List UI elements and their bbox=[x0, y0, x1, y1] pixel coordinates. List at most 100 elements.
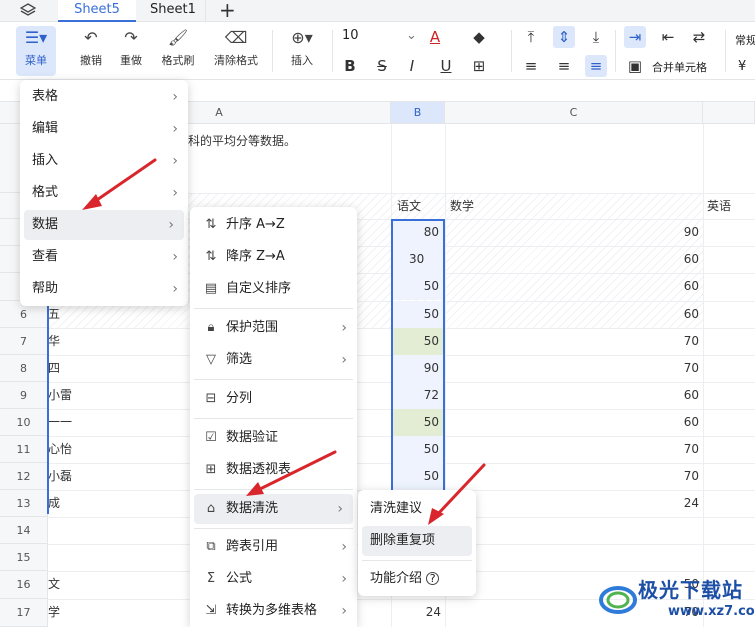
row-header[interactable]: 12 bbox=[0, 463, 48, 490]
row-header[interactable]: 7 bbox=[0, 328, 48, 355]
math-cell[interactable]: 60 bbox=[445, 301, 699, 328]
math-cell[interactable]: 70 bbox=[445, 463, 699, 490]
menu-item-pivot-table[interactable]: ⊞ 数据透视表 bbox=[190, 455, 357, 485]
menu-item-data-cleaning[interactable]: ⌂ 数据清洗 › bbox=[194, 494, 353, 524]
row-header[interactable]: 11 bbox=[0, 436, 48, 463]
math-cell[interactable]: 24 bbox=[445, 490, 699, 517]
tab-sheet5[interactable]: Sheet5 bbox=[58, 0, 136, 22]
score-cell[interactable]: 50 bbox=[391, 463, 445, 490]
menu-item-data-validation[interactable]: ☑ 数据验证 bbox=[190, 423, 357, 453]
menu-item-convert-multidim[interactable]: ⇲ 转换为多维表格 › bbox=[190, 596, 357, 626]
menu-item-cross-sheet-ref[interactable]: ⧉ 跨表引用 › bbox=[190, 532, 357, 562]
math-cell[interactable]: 60 bbox=[445, 246, 699, 273]
score-cell[interactable]: 50 bbox=[391, 328, 445, 355]
align-bottom-icon[interactable]: ⤓ bbox=[585, 26, 607, 48]
math-cell[interactable]: 70 bbox=[445, 328, 699, 355]
header-english-cell[interactable]: 英语 bbox=[707, 193, 731, 220]
underline-icon[interactable]: U bbox=[435, 55, 457, 77]
redo-button[interactable]: ↷ 重做 bbox=[114, 26, 148, 76]
currency-icon[interactable]: ¥ bbox=[738, 59, 746, 74]
align-center-icon[interactable]: ≡ bbox=[553, 55, 575, 77]
align-top-icon[interactable]: ⤒ bbox=[520, 26, 542, 48]
number-format-select[interactable]: 常规 bbox=[735, 32, 755, 48]
name-cell[interactable]: 一一 bbox=[48, 409, 72, 436]
name-cell[interactable]: 小雷 bbox=[48, 382, 72, 409]
wrap-text-icon[interactable]: ⇥ bbox=[624, 26, 646, 48]
name-cell[interactable]: 华 bbox=[48, 328, 60, 355]
header-math-cell[interactable]: 数学 bbox=[450, 193, 474, 220]
menu-item-format[interactable]: 格式 › bbox=[20, 178, 188, 208]
score-cell[interactable]: 50 bbox=[391, 301, 445, 328]
menu-item-table[interactable]: 表格 › bbox=[20, 82, 188, 112]
undo-button[interactable]: ↶ 撤销 bbox=[74, 26, 108, 76]
name-cell[interactable]: 学 bbox=[48, 599, 60, 626]
align-middle-icon[interactable]: ⇕ bbox=[553, 26, 575, 48]
menu-item-sort-desc[interactable]: ⇅ 降序 Z→A bbox=[190, 242, 357, 272]
fill-color-icon[interactable]: ◆ bbox=[468, 26, 490, 48]
menu-item-insert[interactable]: 插入 › bbox=[20, 146, 188, 176]
math-cell[interactable]: 60 bbox=[445, 382, 699, 409]
add-sheet-button[interactable]: + bbox=[219, 0, 236, 20]
align-left-icon[interactable]: ≡ bbox=[520, 55, 542, 77]
header-chinese-cell[interactable]: 语文 bbox=[397, 193, 421, 220]
menu-item-sort-asc[interactable]: ⇅ 升序 A→Z bbox=[190, 210, 357, 240]
column-header-c[interactable]: C bbox=[445, 102, 703, 124]
font-color-icon[interactable]: A bbox=[424, 26, 446, 48]
math-cell[interactable]: 60 bbox=[445, 273, 699, 300]
row-header[interactable]: 15 bbox=[0, 544, 48, 571]
name-cell[interactable]: 文 bbox=[48, 571, 60, 598]
column-header-d[interactable] bbox=[703, 102, 755, 124]
column-header-b[interactable]: B bbox=[391, 102, 445, 124]
math-cell[interactable]: 70 bbox=[445, 436, 699, 463]
row-header[interactable]: 10 bbox=[0, 409, 48, 436]
layers-icon[interactable] bbox=[19, 2, 40, 20]
menu-item-remove-duplicates[interactable]: 删除重复项 bbox=[362, 526, 472, 556]
menu-item-custom-sort[interactable]: ▤ 自定义排序 bbox=[190, 274, 357, 304]
italic-icon[interactable]: I bbox=[401, 55, 423, 77]
font-size-select[interactable]: 10 ⌄ bbox=[342, 28, 417, 43]
row-header[interactable]: 8 bbox=[0, 355, 48, 382]
math-cell[interactable]: 90 bbox=[445, 219, 699, 246]
menu-item-formula[interactable]: Σ 公式 › bbox=[190, 564, 357, 594]
tab-sheet1[interactable]: Sheet1 bbox=[136, 0, 206, 22]
menu-item-feature-intro[interactable]: 功能介绍 ? bbox=[358, 564, 476, 594]
merge-cells-label[interactable]: 合并单元格 bbox=[652, 59, 707, 75]
name-cell[interactable]: 成 bbox=[48, 490, 60, 517]
insert-button[interactable]: ⊕▾ 插入 bbox=[282, 26, 322, 76]
row-header[interactable]: 9 bbox=[0, 382, 48, 409]
score-cell[interactable]: 24 bbox=[391, 599, 441, 626]
name-cell[interactable]: 小磊 bbox=[48, 463, 72, 490]
menu-item-view[interactable]: 查看 › bbox=[20, 242, 188, 272]
menu-item-help[interactable]: 帮助 › bbox=[20, 274, 188, 304]
merge-cells-icon[interactable]: ▣ bbox=[624, 55, 646, 77]
name-cell[interactable]: 四 bbox=[48, 355, 60, 382]
format-painter-button[interactable]: 🖌 格式刷 bbox=[156, 26, 200, 76]
description-cell[interactable]: 科的平均分等数据。 bbox=[188, 128, 296, 155]
score-cell[interactable]: 80 bbox=[391, 219, 445, 246]
menu-button[interactable]: ☰▾ 菜单 bbox=[16, 26, 56, 76]
border-icon[interactable]: ⊞ bbox=[468, 55, 490, 77]
align-right-icon[interactable]: ≡ bbox=[585, 55, 607, 77]
menu-item-split-column[interactable]: ⊟ 分列 bbox=[190, 384, 357, 414]
rotate-text-icon[interactable]: ⇄ bbox=[688, 26, 710, 48]
score-cell[interactable]: 72 bbox=[391, 382, 445, 409]
menu-item-edit[interactable]: 编辑 › bbox=[20, 114, 188, 144]
row-header[interactable]: 16 bbox=[0, 571, 48, 599]
score-cell[interactable]: 50 bbox=[391, 409, 445, 436]
math-cell[interactable]: 70 bbox=[445, 355, 699, 382]
score-cell[interactable]: 90 bbox=[391, 355, 445, 382]
menu-item-protect-range[interactable]: 🔒︎ 保护范围 › bbox=[190, 313, 357, 343]
name-cell[interactable]: 心怡 bbox=[48, 436, 72, 463]
menu-item-filter[interactable]: ▽ 筛选 › bbox=[190, 345, 357, 375]
row-header[interactable]: 13 bbox=[0, 490, 48, 517]
row-header[interactable]: 17 bbox=[0, 599, 48, 627]
menu-item-clean-suggestion[interactable]: 清洗建议 bbox=[358, 494, 476, 524]
score-cell[interactable]: 50 bbox=[391, 273, 445, 300]
bold-icon[interactable]: B bbox=[339, 55, 361, 77]
row-header[interactable]: 14 bbox=[0, 517, 48, 544]
score-cell[interactable]: 50 bbox=[391, 436, 445, 463]
math-cell[interactable]: 60 bbox=[445, 409, 699, 436]
menu-item-data[interactable]: 数据 › bbox=[24, 210, 184, 240]
score-cell[interactable]: 30 bbox=[391, 246, 445, 273]
clear-format-button[interactable]: ⌫ 清除格式 bbox=[208, 26, 264, 76]
